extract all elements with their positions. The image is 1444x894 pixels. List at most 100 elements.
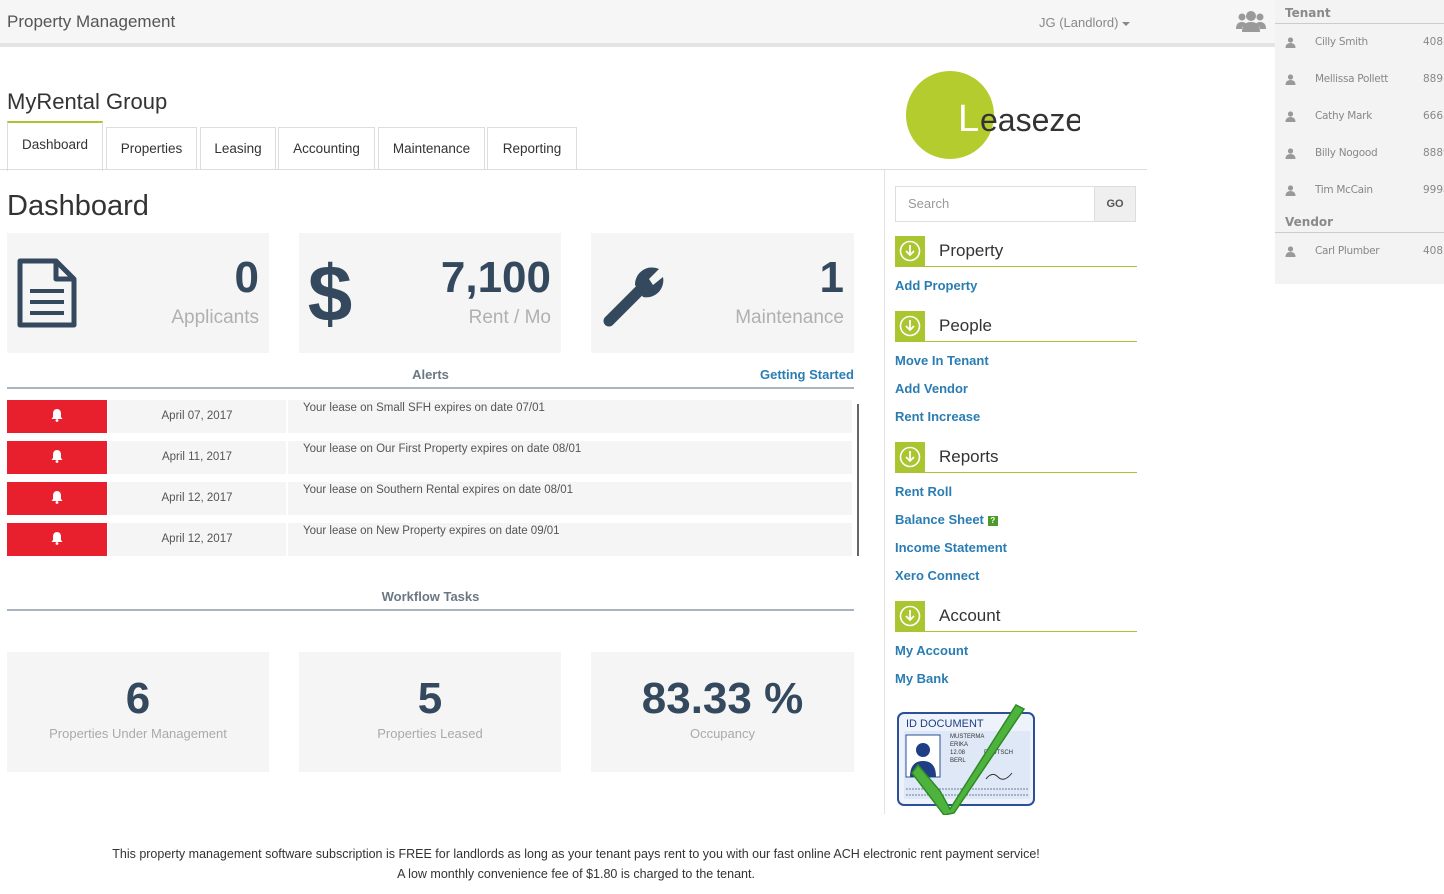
caret-down-icon [1122, 21, 1131, 26]
alert-date: April 07, 2017 [108, 400, 286, 433]
search-go-button[interactable]: GO [1094, 186, 1136, 222]
alerts-scrollbar[interactable] [857, 404, 859, 556]
alert-row[interactable]: April 12, 2017 Your lease on Southern Ren… [7, 482, 852, 515]
contact-row[interactable]: Mellissa Pollett 8897 [1275, 61, 1444, 98]
rent-label: Rent / Mo [468, 307, 551, 328]
top-navbar: Property Management JG (Landlord) [0, 0, 1275, 47]
properties-managed-card[interactable]: 6 Properties Under Management [7, 652, 269, 772]
properties-leased-card[interactable]: 5 Properties Leased [299, 652, 561, 772]
person-icon [1285, 185, 1296, 196]
tab-leasing[interactable]: Leasing [200, 127, 276, 170]
balance-sheet-link[interactable]: Balance Sheet? [895, 512, 998, 527]
contact-name: Mellissa Pollett [1315, 73, 1389, 85]
rent-roll-link[interactable]: Rent Roll [895, 484, 952, 499]
tab-maintenance[interactable]: Maintenance [378, 127, 485, 170]
leaseze-logo: L easeze [906, 71, 1080, 159]
contact-row[interactable]: Billy Nogood 8889 [1275, 135, 1444, 172]
xero-connect-link[interactable]: Xero Connect [895, 568, 980, 583]
users-icon[interactable] [1236, 8, 1266, 36]
workflow-heading: Workflow Tasks [7, 589, 854, 611]
search-input[interactable]: Search [895, 186, 1095, 222]
wrench-icon [603, 267, 664, 327]
help-icon[interactable]: ? [987, 515, 998, 526]
alert-row[interactable]: April 07, 2017 Your lease on Small SFH ex… [7, 400, 852, 433]
vendor-heading: Vendor [1275, 209, 1444, 233]
person-icon [1285, 148, 1296, 159]
getting-started-link[interactable]: Getting Started [760, 367, 854, 382]
svg-text:easeze: easeze [980, 102, 1080, 138]
properties-managed-label: Properties Under Management [49, 726, 227, 741]
account-section-header[interactable]: Account [895, 601, 1137, 632]
alert-badge [7, 523, 107, 556]
tab-properties[interactable]: Properties [106, 127, 197, 170]
rent-card[interactable]: $ 7,100 Rent / Mo [299, 233, 561, 353]
document-icon [17, 258, 77, 328]
tab-accounting[interactable]: Accounting [278, 127, 375, 170]
contact-row[interactable]: Cilly Smith 4083 [1275, 24, 1444, 61]
contact-phone: 4083 [1423, 245, 1444, 257]
contact-row[interactable]: Carl Plumber 4083 [1275, 233, 1444, 270]
svg-text:12.08: 12.08 [950, 750, 966, 756]
brand-title[interactable]: Property Management [7, 12, 175, 32]
applicants-label: Applicants [171, 307, 259, 328]
svg-text:$: $ [308, 255, 353, 333]
sidebar-divider [884, 170, 885, 814]
alert-date: April 12, 2017 [108, 523, 286, 556]
person-icon [1285, 37, 1296, 48]
income-statement-link[interactable]: Income Statement [895, 540, 1007, 555]
occupancy-card[interactable]: 83.33 % Occupancy [591, 652, 854, 772]
applicants-card[interactable]: 0 Applicants [7, 233, 269, 353]
contact-row[interactable]: Tim McCain 9998 [1275, 172, 1444, 209]
alert-badge [7, 482, 107, 515]
tenant-list: Cilly Smith 4083 Mellissa Pollett 8897 Cathy… [1275, 24, 1444, 209]
balance-sheet-label: Balance Sheet [895, 512, 984, 527]
people-section-title: People [939, 316, 992, 335]
user-menu-dropdown[interactable]: JG (Landlord) [1039, 15, 1131, 30]
alert-message: Your lease on New Property expires on da… [288, 523, 852, 556]
properties-managed-count: 6 [125, 674, 151, 723]
alert-badge [7, 441, 107, 474]
contact-row[interactable]: Cathy Mark 6665 [1275, 98, 1444, 135]
reports-section-title: Reports [939, 447, 999, 466]
workflow-heading-text: Workflow Tasks [381, 589, 480, 604]
my-bank-link[interactable]: My Bank [895, 671, 948, 686]
maintenance-count: 1 [819, 253, 844, 302]
property-section-header[interactable]: Property [895, 236, 1137, 267]
tab-divider [0, 169, 1147, 170]
contact-name: Tim McCain [1315, 184, 1373, 196]
bell-icon [51, 532, 63, 545]
alert-date: April 11, 2017 [108, 441, 286, 474]
arrow-down-circle-icon [899, 446, 921, 468]
contact-name: Carl Plumber [1315, 245, 1380, 257]
bell-icon [51, 491, 63, 504]
alert-message: Your lease on Small SFH expires on date … [288, 400, 852, 433]
arrow-down-circle-icon [899, 240, 921, 262]
properties-leased-label: Properties Leased [377, 726, 483, 741]
move-in-tenant-link[interactable]: Move In Tenant [895, 353, 989, 368]
rent-amount: 7,100 [440, 253, 551, 302]
add-property-link[interactable]: Add Property [895, 278, 977, 293]
alert-row[interactable]: April 12, 2017 Your lease on New Property… [7, 523, 852, 556]
tab-dashboard[interactable]: Dashboard [7, 121, 103, 171]
person-icon [1285, 111, 1296, 122]
contacts-panel: Tenant Cilly Smith 4083 Mellissa Pollett 88… [1275, 0, 1444, 284]
my-account-link[interactable]: My Account [895, 643, 968, 658]
contact-name: Cathy Mark [1315, 110, 1372, 122]
alerts-heading-text: Alerts [412, 367, 449, 382]
contact-phone: 8897 [1423, 73, 1444, 85]
alert-message: Your lease on Southern Rental expires on… [288, 482, 852, 515]
id-document-verified-badge[interactable]: ID DOCUMENT MUSTERMA ERIKA 12.08 DEUTSCH… [896, 703, 1041, 815]
reports-section-header[interactable]: Reports [895, 442, 1137, 473]
tab-reporting[interactable]: Reporting [487, 127, 577, 170]
tenant-heading: Tenant [1275, 0, 1444, 24]
maintenance-card[interactable]: 1 Maintenance [591, 233, 854, 353]
contact-name: Billy Nogood [1315, 147, 1378, 159]
rent-increase-link[interactable]: Rent Increase [895, 409, 980, 424]
contact-phone: 6665 [1423, 110, 1444, 122]
people-section-header[interactable]: People [895, 311, 1137, 342]
person-icon [1285, 246, 1296, 257]
add-vendor-link[interactable]: Add Vendor [895, 381, 968, 396]
alert-message: Your lease on Our First Property expires… [288, 441, 852, 474]
alert-row[interactable]: April 11, 2017 Your lease on Our First Pr… [7, 441, 852, 474]
occupancy-label: Occupancy [689, 726, 756, 741]
